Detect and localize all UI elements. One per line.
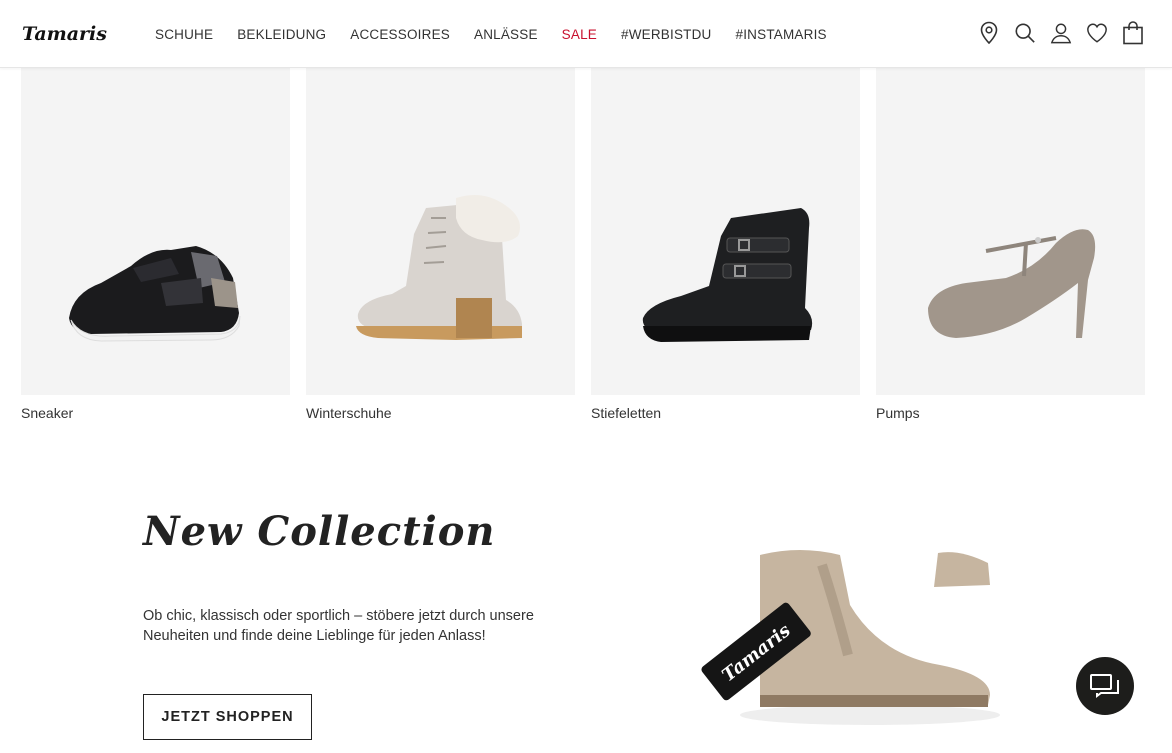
new-collection-text: Ob chic, klassisch oder sportlich – stöb… <box>143 608 534 644</box>
category-card-pumps[interactable]: Pumps <box>876 68 1145 421</box>
category-card-winterschuhe[interactable]: Winterschuhe <box>306 68 575 421</box>
account-icon[interactable] <box>1050 20 1072 46</box>
header-icons <box>978 20 1144 46</box>
nav-item-anlaesse[interactable]: ANLÄSSE <box>474 27 538 42</box>
nav-item-accessoires[interactable]: ACCESSOIRES <box>350 27 450 42</box>
sneaker-image <box>21 68 290 395</box>
category-label: Winterschuhe <box>306 405 392 421</box>
shop-now-button[interactable]: JETZT SHOPPEN <box>143 694 312 740</box>
new-collection-image[interactable]: Tamaris <box>690 535 1000 735</box>
chat-icon <box>1090 674 1119 698</box>
chat-button[interactable] <box>1076 657 1134 715</box>
category-grid: Sneaker Winterschuhe Stiefeletten Pumps <box>21 68 1145 421</box>
nav-item-schuhe[interactable]: SCHUHE <box>155 27 213 42</box>
tamaris-logo[interactable]: Tamaris <box>20 22 124 46</box>
category-label: Stiefeletten <box>591 405 662 421</box>
store-locator-icon[interactable] <box>978 20 1000 46</box>
category-card-sneaker[interactable]: Sneaker <box>21 68 290 421</box>
site-header: Tamaris SCHUHE BEKLEIDUNG ACCESSOIRES AN… <box>0 0 1172 68</box>
nav-item-bekleidung[interactable]: BEKLEIDUNG <box>237 27 326 42</box>
stiefeletten-image <box>591 68 860 395</box>
new-collection-title: New Collection <box>143 508 496 555</box>
search-icon[interactable] <box>1014 20 1036 46</box>
wishlist-icon[interactable] <box>1086 20 1108 46</box>
winterschuhe-image <box>306 68 575 395</box>
category-card-stiefeletten[interactable]: Stiefeletten <box>591 68 860 421</box>
nav-item-werbistdu[interactable]: #WERBISTDU <box>621 27 712 42</box>
main-navigation: SCHUHE BEKLEIDUNG ACCESSOIRES ANLÄSSE SA… <box>155 0 827 68</box>
category-label: Sneaker <box>21 405 74 421</box>
cart-icon[interactable] <box>1122 20 1144 46</box>
category-label: Pumps <box>876 405 920 421</box>
pumps-image <box>876 68 1145 395</box>
nav-item-instamaris[interactable]: #INSTAMARIS <box>736 27 827 42</box>
nav-item-sale[interactable]: SALE <box>562 27 597 42</box>
logo-lettering: Tamaris <box>22 23 107 45</box>
